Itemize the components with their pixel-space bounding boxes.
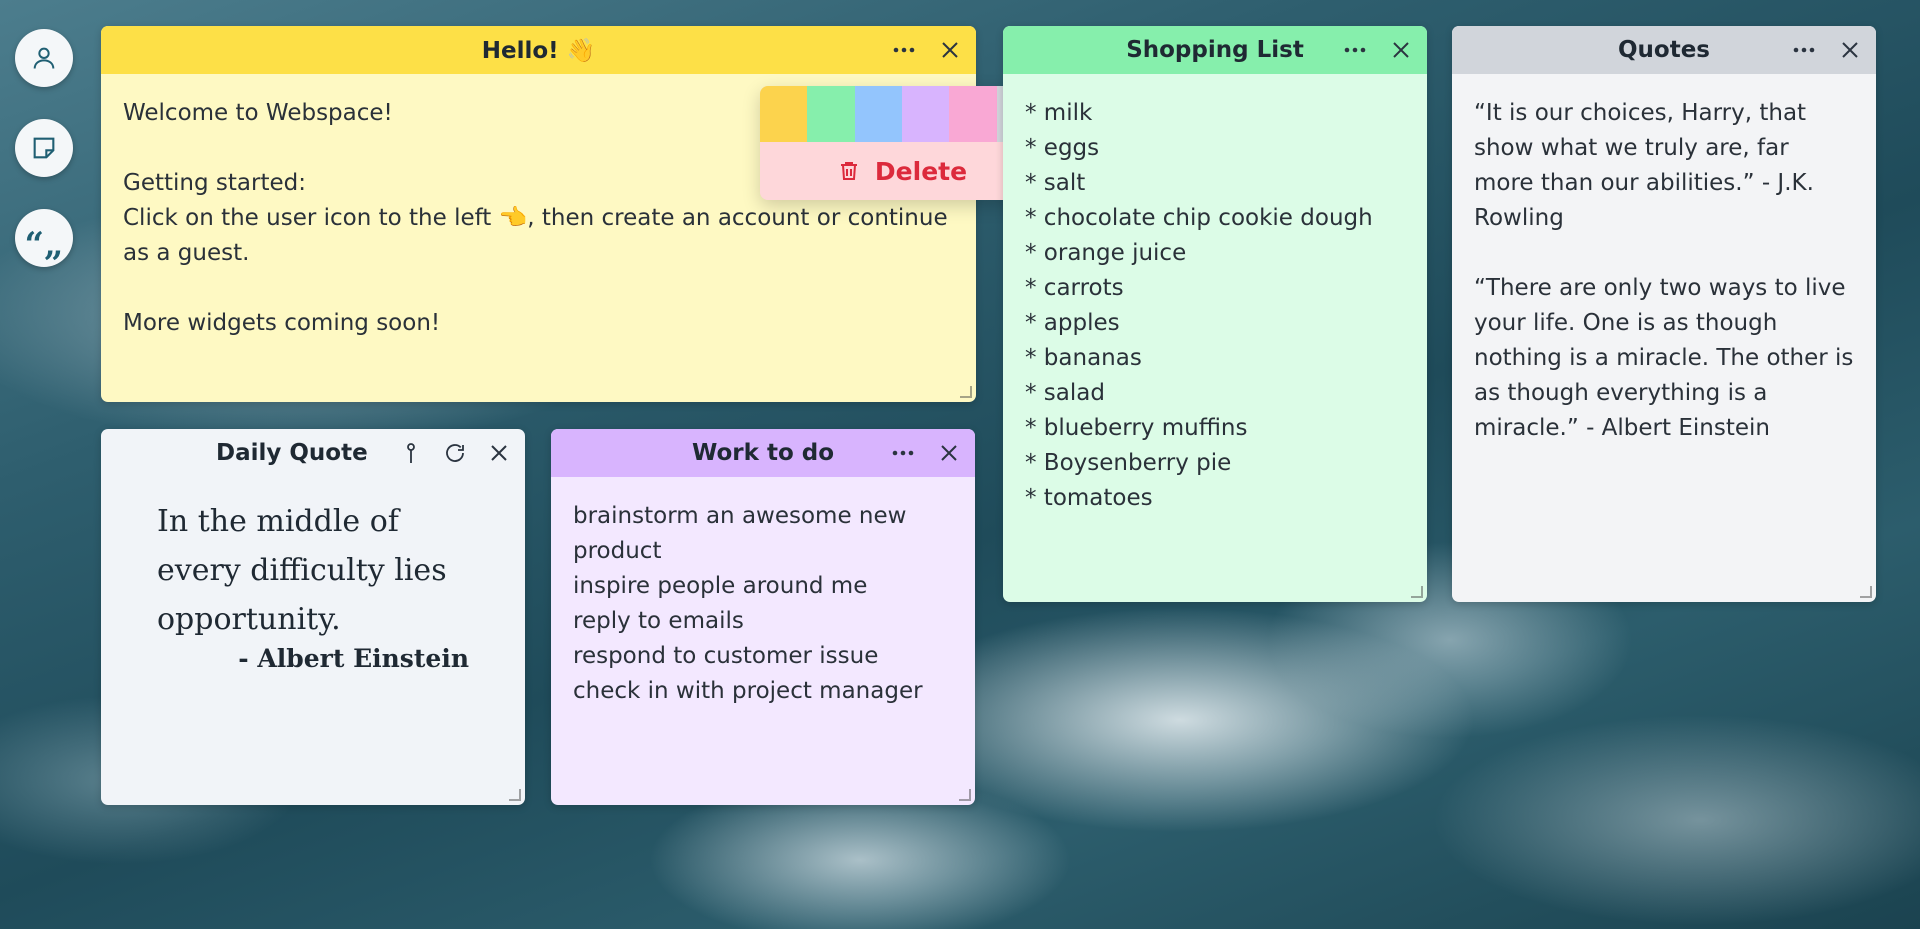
quotes-title: Quotes (1617, 37, 1710, 63)
sticky-note-icon (33, 137, 55, 159)
delete-label: Delete (874, 156, 968, 186)
shopping-list-text: * milk * eggs * salt * chocolate chip co… (1025, 100, 1373, 511)
close-icon[interactable] (934, 34, 966, 66)
swatch-yellow[interactable] (760, 86, 808, 142)
more-options-icon[interactable] (888, 34, 920, 66)
user-icon (33, 47, 55, 69)
resize-handle[interactable] (959, 789, 971, 801)
daily-quote-header[interactable]: Daily Quote (101, 429, 525, 477)
daily-quote-author: - Albert Einstein (238, 644, 469, 673)
daily-quote-title: Daily Quote (216, 440, 368, 466)
pin-icon[interactable] (395, 437, 427, 469)
resize-handle[interactable] (1860, 586, 1872, 598)
more-options-icon[interactable] (887, 437, 919, 469)
quotes-widget: Quotes “It is our choices, Harry, that s… (1452, 26, 1876, 602)
daily-quote-widget: Daily Quote In the middle of every diffi… (101, 429, 525, 805)
daily-quote-body: In the middle of every difficulty lies o… (101, 477, 525, 673)
resize-handle[interactable] (960, 386, 972, 398)
more-options-icon[interactable] (1339, 34, 1371, 66)
color-swatches (760, 86, 1044, 142)
user-button[interactable] (15, 29, 73, 87)
swatch-green[interactable] (807, 86, 855, 142)
swatch-pink[interactable] (949, 86, 997, 142)
trash-icon (840, 162, 857, 180)
resize-handle[interactable] (509, 789, 521, 801)
sticky-note-button[interactable] (15, 119, 73, 177)
quote-button[interactable]: “„ (15, 209, 73, 267)
shopping-list-body[interactable]: * milk * eggs * salt * chocolate chip co… (1003, 74, 1427, 538)
hello-widget-title: Hello! 👋 (481, 37, 596, 64)
shopping-list-header[interactable]: Shopping List (1003, 26, 1427, 74)
note-options-popup: Delete (760, 86, 1044, 200)
quotes-body[interactable]: “It is our choices, Harry, that show wha… (1452, 74, 1876, 468)
more-options-icon[interactable] (1788, 34, 1820, 66)
quotes-header[interactable]: Quotes (1452, 26, 1876, 74)
work-to-do-text: brainstorm an awesome new product inspir… (573, 503, 923, 704)
swatch-purple[interactable] (901, 86, 950, 142)
delete-button[interactable]: Delete (760, 142, 1044, 200)
refresh-icon[interactable] (439, 437, 471, 469)
work-to-do-widget: Work to do brainstorm an awesome new pro… (551, 429, 975, 805)
quote-icon: “„ (24, 225, 64, 265)
resize-handle[interactable] (1411, 586, 1423, 598)
quotes-text: “It is our choices, Harry, that show wha… (1474, 100, 1854, 441)
close-icon[interactable] (483, 437, 515, 469)
close-icon[interactable] (1834, 34, 1866, 66)
shopping-list-widget: Shopping List * milk * eggs * salt * cho… (1003, 26, 1427, 602)
hello-widget-header[interactable]: Hello! 👋 (101, 26, 976, 74)
work-to-do-header[interactable]: Work to do (551, 429, 975, 477)
swatch-blue[interactable] (854, 86, 902, 142)
daily-quote-text: In the middle of every difficulty lies o… (157, 504, 447, 637)
hello-widget: Hello! 👋 Welcome to Webspace! Getting st… (101, 26, 976, 402)
close-icon[interactable] (933, 437, 965, 469)
work-to-do-title: Work to do (691, 440, 835, 466)
shopping-list-title: Shopping List (1126, 37, 1304, 63)
close-icon[interactable] (1385, 34, 1417, 66)
work-to-do-body[interactable]: brainstorm an awesome new product inspir… (551, 477, 975, 731)
